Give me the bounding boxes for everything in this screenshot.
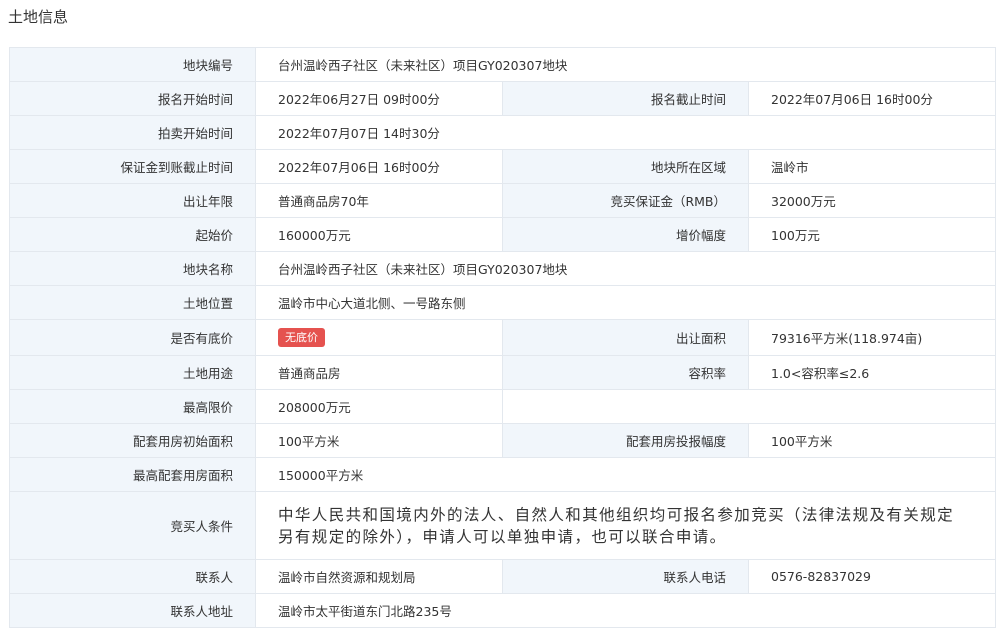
supporting-initial-label: 配套用房初始面积 — [9, 423, 256, 458]
plot-ratio-value: 1.0<容积率≤2.6 — [748, 355, 996, 390]
bidder-conditions-label: 竞买人条件 — [9, 491, 256, 560]
registration-end-label: 报名截止时间 — [502, 81, 749, 116]
row-location: 土地位置 温岭市中心大道北侧、一号路东侧 — [9, 285, 996, 320]
supporting-step-value: 100平方米 — [748, 423, 996, 458]
bidder-conditions-cell: 中华人民共和国境内外的法人、自然人和其他组织均可报名参加竞买（法律法规及有关规定… — [255, 491, 996, 560]
row-plot-name: 地块名称 台州温岭西子社区（未来社区）项目GY020307地块 — [9, 251, 996, 286]
registration-start-label: 报名开始时间 — [9, 81, 256, 116]
row-auction-start: 拍卖开始时间 2022年07月07日 14时30分 — [9, 115, 996, 150]
land-use-value: 普通商品房 — [255, 355, 503, 390]
region-value: 温岭市 — [748, 149, 996, 184]
row-lease-term: 出让年限 普通商品房70年 竞买保证金（RMB） 32000万元 — [9, 183, 996, 218]
reserve-price-label: 是否有底价 — [9, 319, 256, 356]
row-deposit-deadline: 保证金到账截止时间 2022年07月06日 16时00分 地块所在区域 温岭市 — [9, 149, 996, 184]
deposit-deadline-value: 2022年07月06日 16时00分 — [255, 149, 503, 184]
location-value: 温岭市中心大道北侧、一号路东侧 — [255, 285, 996, 320]
max-price-label: 最高限价 — [9, 389, 256, 424]
bidder-conditions-value: 中华人民共和国境内外的法人、自然人和其他组织均可报名参加竞买（法律法规及有关规定… — [278, 505, 955, 546]
auction-start-label: 拍卖开始时间 — [9, 115, 256, 150]
max-price-value: 208000万元 — [255, 389, 503, 424]
row-contact: 联系人 温岭市自然资源和规划局 联系人电话 0576-82837029 — [9, 559, 996, 594]
bid-deposit-label: 竞买保证金（RMB） — [502, 183, 749, 218]
plot-name-label: 地块名称 — [9, 251, 256, 286]
increment-value: 100万元 — [748, 217, 996, 252]
row-max-supporting: 最高配套用房面积 150000平方米 — [9, 457, 996, 492]
supporting-initial-value: 100平方米 — [255, 423, 503, 458]
max-supporting-label: 最高配套用房面积 — [9, 457, 256, 492]
row-registration: 报名开始时间 2022年06月27日 09时00分 报名截止时间 2022年07… — [9, 81, 996, 116]
area-label: 出让面积 — [502, 319, 749, 356]
row-plot-number: 地块编号 台州温岭西子社区（未来社区）项目GY020307地块 — [9, 47, 996, 82]
deposit-deadline-label: 保证金到账截止时间 — [9, 149, 256, 184]
no-reserve-badge: 无底价 — [278, 328, 325, 347]
row-land-use: 土地用途 普通商品房 容积率 1.0<容积率≤2.6 — [9, 355, 996, 390]
plot-number-label: 地块编号 — [9, 47, 256, 82]
contact-value: 温岭市自然资源和规划局 — [255, 559, 503, 594]
contact-phone-label: 联系人电话 — [502, 559, 749, 594]
max-supporting-value: 150000平方米 — [255, 457, 996, 492]
registration-end-value: 2022年07月06日 16时00分 — [748, 81, 996, 116]
empty-cell — [502, 389, 996, 424]
reserve-price-value: 无底价 — [255, 319, 503, 356]
plot-name-value: 台州温岭西子社区（未来社区）项目GY020307地块 — [255, 251, 996, 286]
row-reserve-price: 是否有底价 无底价 出让面积 79316平方米(118.974亩) — [9, 319, 996, 356]
region-label: 地块所在区域 — [502, 149, 749, 184]
plot-number-value: 台州温岭西子社区（未来社区）项目GY020307地块 — [255, 47, 996, 82]
row-contact-address: 联系人地址 温岭市太平街道东门北路235号 — [9, 593, 996, 628]
contact-address-value: 温岭市太平街道东门北路235号 — [255, 593, 996, 628]
contact-label: 联系人 — [9, 559, 256, 594]
row-bidder-conditions: 竞买人条件 中华人民共和国境内外的法人、自然人和其他组织均可报名参加竞买（法律法… — [9, 491, 996, 560]
land-info-table: 地块编号 台州温岭西子社区（未来社区）项目GY020307地块 报名开始时间 2… — [9, 47, 996, 628]
lease-term-value: 普通商品房70年 — [255, 183, 503, 218]
starting-price-label: 起始价 — [9, 217, 256, 252]
row-starting-price: 起始价 160000万元 增价幅度 100万元 — [9, 217, 996, 252]
plot-ratio-label: 容积率 — [502, 355, 749, 390]
row-max-price: 最高限价 208000万元 — [9, 389, 996, 424]
contact-phone-value: 0576-82837029 — [748, 559, 996, 594]
land-use-label: 土地用途 — [9, 355, 256, 390]
area-value: 79316平方米(118.974亩) — [748, 319, 996, 356]
row-supporting-area: 配套用房初始面积 100平方米 配套用房投报幅度 100平方米 — [9, 423, 996, 458]
starting-price-value: 160000万元 — [255, 217, 503, 252]
registration-start-value: 2022年06月27日 09时00分 — [255, 81, 503, 116]
bid-deposit-value: 32000万元 — [748, 183, 996, 218]
lease-term-label: 出让年限 — [9, 183, 256, 218]
section-title: 土地信息 — [8, 8, 69, 26]
auction-start-value: 2022年07月07日 14时30分 — [255, 115, 996, 150]
supporting-step-label: 配套用房投报幅度 — [502, 423, 749, 458]
location-label: 土地位置 — [9, 285, 256, 320]
increment-label: 增价幅度 — [502, 217, 749, 252]
contact-address-label: 联系人地址 — [9, 593, 256, 628]
